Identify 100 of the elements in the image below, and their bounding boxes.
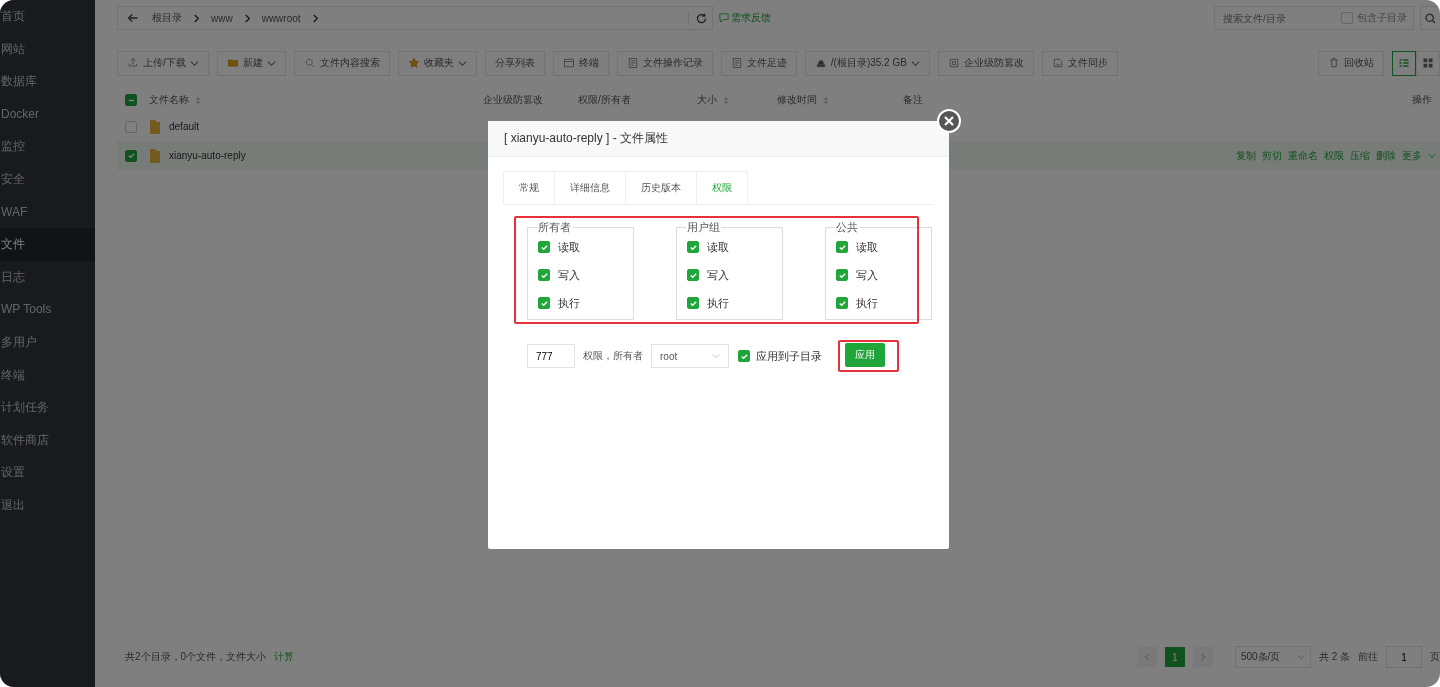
- checkbox[interactable]: [687, 269, 699, 281]
- breadcrumb-item[interactable]: 根目录: [152, 11, 182, 25]
- back-arrow-icon[interactable]: [126, 11, 140, 25]
- toolbar-button[interactable]: 文件同步: [1041, 50, 1118, 76]
- sidebar-item[interactable]: 设置: [0, 456, 95, 489]
- sidebar-item[interactable]: 首页: [0, 0, 95, 33]
- column-header[interactable]: 文件名称: [149, 93, 189, 107]
- sidebar-item[interactable]: 网站: [0, 32, 95, 66]
- check-icon: [688, 242, 698, 252]
- owner-select[interactable]: root: [651, 344, 729, 368]
- check-icon: [837, 298, 847, 308]
- row-checkbox[interactable]: [125, 120, 137, 133]
- row-action-link[interactable]: 压缩: [1350, 148, 1370, 163]
- caret-icon: [712, 352, 720, 360]
- checkbox[interactable]: [836, 297, 848, 309]
- sort-icon[interactable]: [723, 95, 729, 105]
- apply-button[interactable]: 应用: [845, 343, 885, 367]
- row-action-link[interactable]: 重命名: [1288, 148, 1318, 163]
- row-action-link[interactable]: 删除: [1376, 148, 1396, 163]
- checkbox-label: 读取: [558, 239, 580, 255]
- row-action-link[interactable]: 剪切: [1262, 148, 1282, 163]
- column-header: 权限/所有者: [578, 93, 631, 107]
- caret-icon[interactable]: [1428, 151, 1436, 160]
- toolbar-button[interactable]: 分享列表: [484, 50, 545, 76]
- check-icon: [837, 270, 847, 280]
- checkbox[interactable]: [687, 297, 699, 309]
- tab[interactable]: 常规: [503, 171, 555, 204]
- checkbox-label: 执行: [707, 295, 729, 311]
- sidebar-item[interactable]: Docker: [0, 97, 95, 131]
- row-action-link[interactable]: 权限: [1324, 148, 1344, 163]
- row-action-link[interactable]: 更多: [1402, 148, 1422, 163]
- log-icon: [730, 57, 743, 69]
- toolbar-button[interactable]: 文件操作记录: [616, 50, 713, 76]
- sidebar-item[interactable]: 数据库: [0, 65, 95, 98]
- toolbar-button[interactable]: 文件内容搜索: [293, 50, 390, 76]
- footer-summary: 共2个目录，0个文件，文件大小: [125, 650, 267, 664]
- sidebar-item[interactable]: 终端: [0, 358, 95, 392]
- chevron-right-icon: [192, 13, 201, 23]
- checkbox[interactable]: [738, 350, 750, 362]
- search-button[interactable]: [1420, 6, 1440, 30]
- caret-icon: [189, 58, 199, 68]
- refresh-icon[interactable]: [688, 11, 708, 25]
- chevron-right-icon: [242, 13, 252, 23]
- sidebar-item[interactable]: 日志: [0, 260, 95, 294]
- sort-icon[interactable]: [823, 95, 829, 105]
- checkbox-label: 应用到子目录: [756, 348, 822, 364]
- breadcrumb-item[interactable]: www: [211, 12, 233, 24]
- checkbox[interactable]: [1341, 12, 1353, 24]
- breadcrumb-item[interactable]: wwwroot: [261, 12, 301, 24]
- feedback-link[interactable]: 需求反馈: [731, 11, 771, 25]
- sort-icon[interactable]: [195, 95, 201, 105]
- recycle-bin-button[interactable]: 回收站: [1318, 50, 1384, 76]
- dialog-title: [ xianyu-auto-reply ] - 文件属性: [488, 121, 949, 157]
- tab[interactable]: 权限: [696, 171, 748, 204]
- checkbox-label: 读取: [856, 239, 878, 255]
- group-title: 用户组: [686, 220, 721, 235]
- sidebar-item[interactable]: 退出: [0, 488, 95, 522]
- column-header: 企业级防篡改: [483, 93, 543, 107]
- toolbar-button[interactable]: 企业级防篡改: [937, 50, 1034, 76]
- sidebar-item[interactable]: 安全: [0, 162, 95, 196]
- toolbar-button[interactable]: 文件足迹: [720, 50, 797, 76]
- mode-input[interactable]: 777: [527, 344, 575, 368]
- sidebar-item[interactable]: 软件商店: [0, 423, 95, 457]
- list-view-button[interactable]: [1392, 50, 1416, 76]
- search-icon: [1424, 11, 1437, 25]
- path-bar[interactable]: 根目录 www wwwroot: [117, 6, 713, 30]
- toolbar-button[interactable]: 终端: [552, 50, 609, 76]
- row-action-link[interactable]: 复制: [1236, 148, 1256, 163]
- sidebar-item[interactable]: WP Tools: [0, 293, 95, 326]
- check-icon: [126, 151, 136, 160]
- sidebar-item[interactable]: 文件: [0, 228, 95, 261]
- upload-icon: [127, 57, 139, 69]
- file-name[interactable]: default: [169, 121, 200, 132]
- sidebar-item[interactable]: 计划任务: [0, 391, 95, 424]
- folder-icon: [149, 118, 161, 135]
- page-size-select[interactable]: 500条/页: [1234, 646, 1311, 668]
- search-icon: [303, 57, 316, 69]
- page-input[interactable]: 1: [1386, 646, 1422, 668]
- column-header[interactable]: 修改时间: [777, 93, 817, 107]
- checkbox[interactable]: [836, 269, 848, 281]
- toolbar-button[interactable]: 新建: [216, 50, 286, 76]
- grid-view-button[interactable]: [1416, 50, 1440, 76]
- search-input[interactable]: 搜索文件/目录: [1221, 11, 1337, 25]
- calculate-link[interactable]: 计算: [274, 650, 295, 664]
- toolbar-button[interactable]: /(根目录)35.2 GB: [804, 50, 930, 76]
- page-button[interactable]: 1: [1164, 647, 1185, 667]
- checkbox-label: 读取: [707, 239, 729, 255]
- checkbox[interactable]: [687, 241, 699, 253]
- sidebar-item[interactable]: WAF: [0, 195, 95, 229]
- column-header: 备注: [903, 93, 923, 107]
- column-header[interactable]: 大小: [697, 93, 717, 107]
- chevron-right-icon: [310, 13, 320, 23]
- select-all-checkbox[interactable]: [125, 94, 137, 106]
- toolbar-button[interactable]: 收藏夹: [397, 50, 477, 76]
- terminal-icon: [562, 57, 575, 69]
- file-name[interactable]: xianyu-auto-reply: [169, 150, 246, 161]
- row-checkbox[interactable]: [125, 149, 137, 162]
- checkbox[interactable]: [836, 241, 848, 253]
- sidebar-item[interactable]: 监控: [0, 130, 95, 163]
- sidebar-item[interactable]: 多用户: [0, 325, 95, 359]
